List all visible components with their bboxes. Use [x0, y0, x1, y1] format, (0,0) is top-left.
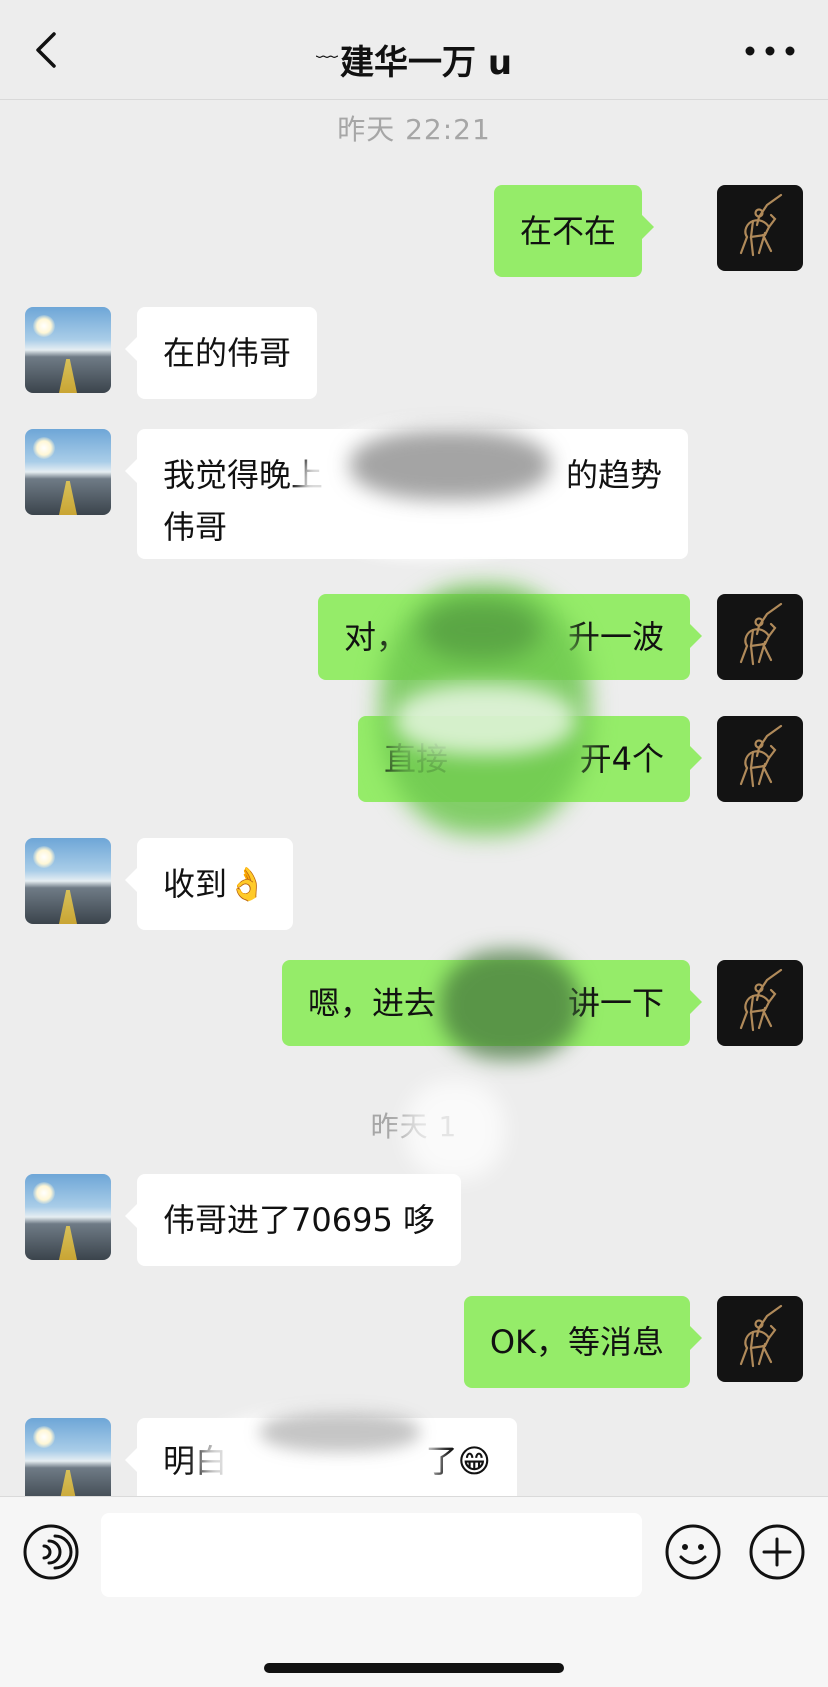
polo-horse-icon	[739, 193, 783, 257]
message-input[interactable]	[101, 1513, 642, 1597]
avatar[interactable]	[25, 307, 111, 393]
message-text: 讲一下	[567, 984, 664, 1022]
avatar[interactable]	[25, 1418, 111, 1496]
avatar[interactable]	[717, 594, 803, 680]
redaction-smudge	[440, 950, 580, 1060]
polo-horse-icon	[739, 602, 783, 666]
voice-icon[interactable]	[22, 1523, 80, 1581]
avatar[interactable]	[25, 429, 111, 515]
chat-title: ﹏建华一万 u	[0, 26, 828, 87]
avatar[interactable]	[717, 716, 803, 802]
message-bubble[interactable]: 伟哥进了70695 哆	[125, 1174, 461, 1266]
message-text: 的趋势	[565, 456, 662, 494]
redaction-smudge	[395, 685, 575, 755]
message-bubble[interactable]: OK，等消息	[463, 1296, 703, 1388]
message-bubble[interactable]: 收到👌	[125, 838, 293, 930]
message-list[interactable]: 昨天 22:21 在不在 在的伟哥 我觉得晚上 的趋势 伟哥 对， 升一波 开4…	[0, 100, 828, 1496]
message-text: 开4个	[579, 740, 664, 778]
polo-horse-icon	[739, 968, 783, 1032]
chat-header: ﹏建华一万 u	[0, 0, 828, 100]
contact-name: 建华一万 u	[339, 43, 513, 83]
message-text: 我觉得晚上	[163, 456, 324, 494]
avatar[interactable]	[25, 838, 111, 924]
home-indicator[interactable]	[264, 1663, 564, 1673]
redaction-smudge	[260, 1412, 420, 1452]
avatar[interactable]	[25, 1174, 111, 1260]
message-bubble[interactable]: 在的伟哥	[124, 307, 318, 399]
plus-icon[interactable]	[748, 1523, 806, 1581]
more-dots-icon[interactable]	[742, 36, 798, 66]
redaction-smudge	[350, 430, 550, 500]
avatar[interactable]	[717, 1296, 803, 1382]
message-bubble[interactable]: 在不在	[493, 185, 655, 277]
emoji-icon[interactable]	[664, 1523, 722, 1581]
timestamp: 昨天 22:21	[337, 113, 491, 146]
redaction-smudge	[420, 600, 540, 660]
polo-horse-icon	[739, 724, 783, 788]
avatar[interactable]	[717, 185, 803, 271]
title-prefix: ﹏	[315, 37, 338, 62]
message-text: 伟哥	[163, 508, 228, 546]
message-text: 嗯，进去	[308, 984, 437, 1022]
redaction-smudge	[405, 1080, 505, 1180]
polo-horse-icon	[739, 1304, 783, 1368]
input-bar	[0, 1496, 828, 1687]
avatar[interactable]	[717, 960, 803, 1046]
